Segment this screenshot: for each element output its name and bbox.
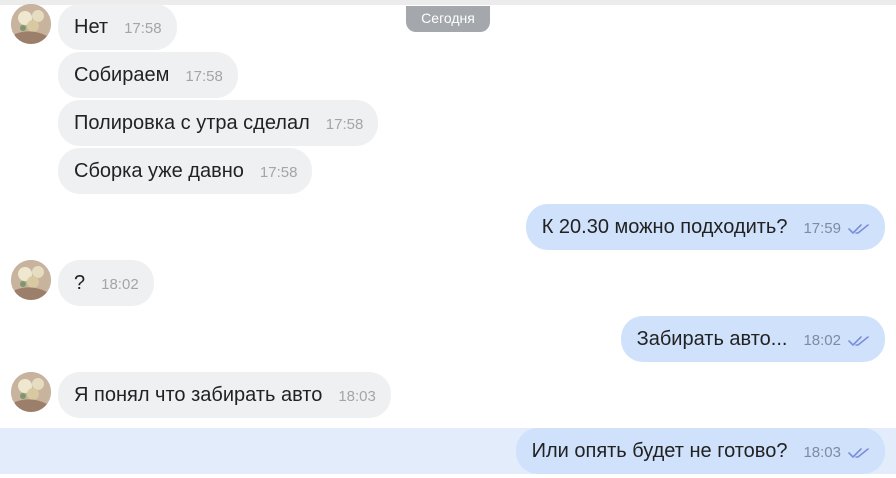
double-check-icon (848, 332, 870, 347)
message-text: Забирать авто... (636, 327, 788, 350)
outgoing-message[interactable]: Забирать авто... 18:02 (620, 316, 885, 362)
date-separator: Сегодня (406, 6, 490, 32)
outgoing-message[interactable]: Или опять будет не готово? 18:03 (515, 428, 885, 474)
incoming-message[interactable]: Собираем 17:58 (58, 52, 238, 98)
contact-avatar[interactable] (11, 372, 51, 412)
chat-history: Сегодня Нет 17:58 Собираем 17:58 Полиров… (0, 0, 896, 478)
incoming-message[interactable]: Полировка с утра сделал 17:58 (58, 100, 379, 146)
incoming-message[interactable]: Сборка уже давно 17:58 (58, 148, 313, 194)
double-check-icon (848, 220, 870, 235)
message-text: К 20.30 можно подходить? (541, 215, 788, 238)
message-time: 17:58 (259, 164, 298, 181)
message-time: 18:03 (803, 444, 841, 461)
incoming-message[interactable]: ? 18:02 (58, 260, 154, 306)
message-text: Собираем (74, 63, 170, 86)
outgoing-message[interactable]: К 20.30 можно подходить? 17:59 (525, 204, 885, 250)
avatar-image-icon (11, 260, 51, 300)
message-time: 18:02 (803, 332, 841, 349)
message-text: ? (74, 271, 86, 294)
message-text: Полировка с утра сделал (74, 111, 310, 134)
message-time: 18:02 (101, 276, 139, 293)
incoming-message[interactable]: Я понял что забирать авто 18:03 (58, 372, 391, 418)
message-time: 17:58 (325, 116, 364, 133)
message-text: Нет (74, 15, 109, 38)
incoming-message[interactable]: Нет 17:58 (58, 4, 177, 50)
message-text: Я понял что забирать авто (74, 383, 323, 406)
message-time: 18:03 (338, 388, 376, 405)
double-check-icon (848, 444, 870, 459)
message-time: 17:58 (185, 68, 223, 85)
contact-avatar[interactable] (11, 260, 51, 300)
avatar-image-icon (11, 4, 51, 44)
message-text: Сборка уже давно (74, 159, 244, 182)
message-time: 17:58 (124, 20, 162, 37)
message-text: Или опять будет не готово? (531, 439, 788, 462)
avatar-image-icon (11, 372, 51, 412)
contact-avatar[interactable] (11, 4, 51, 44)
message-time: 17:59 (803, 220, 841, 237)
